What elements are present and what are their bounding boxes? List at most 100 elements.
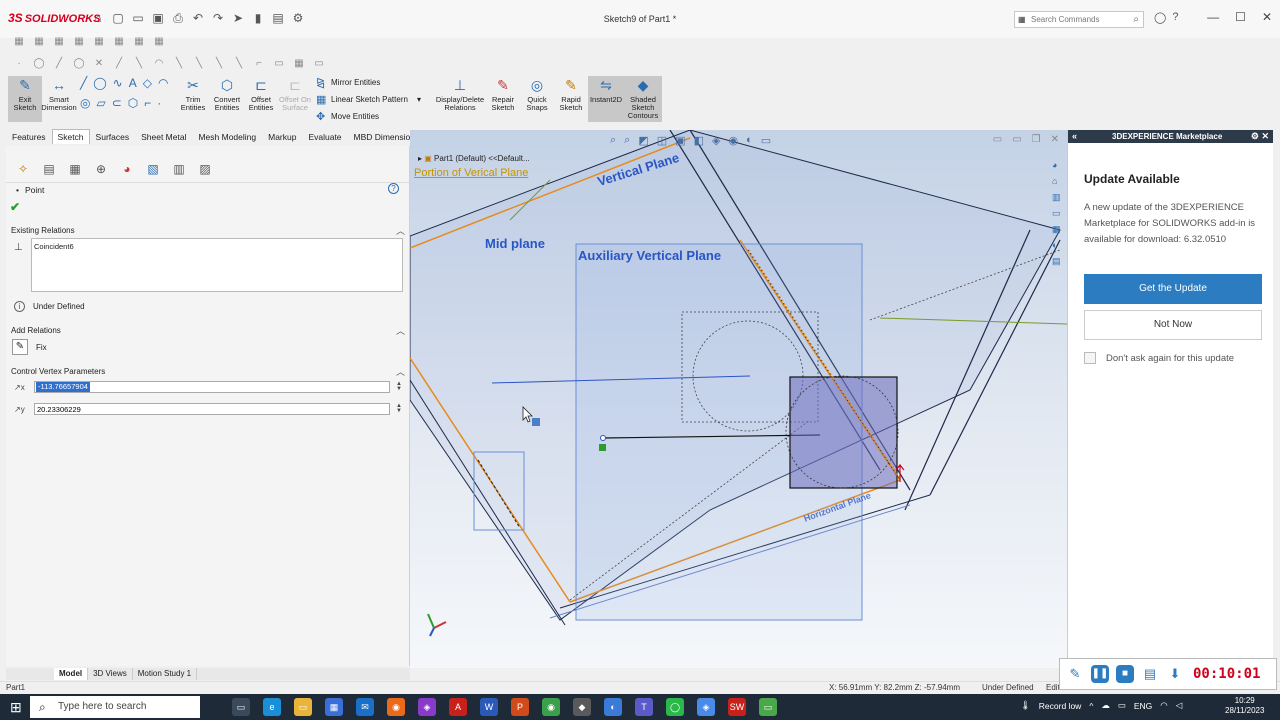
appearance-icon[interactable]: ◉	[728, 134, 738, 147]
store-icon[interactable]: ▦	[325, 698, 343, 716]
firefox-icon[interactable]: ◉	[387, 698, 405, 716]
library-icon[interactable]: ▥	[1052, 192, 1064, 206]
tab-evaluate[interactable]: Evaluate	[302, 129, 347, 144]
rectangle-tool-icon[interactable]: ◇	[143, 76, 152, 90]
tool-icon[interactable]: ▦	[32, 36, 46, 47]
view-palette-icon[interactable]: ▦	[1052, 224, 1064, 238]
polygon-tool-icon[interactable]: ⬡	[128, 96, 138, 110]
word-icon[interactable]: W	[480, 698, 498, 716]
battery-icon[interactable]: ▭	[1118, 700, 1126, 711]
grid-icon[interactable]: ▦	[292, 58, 306, 69]
rebuild-icon[interactable]: ▮	[250, 10, 266, 26]
fix-relation-button[interactable]: ✎ Fix	[12, 339, 47, 355]
mirror-entities-button[interactable]: ⧎ Mirror Entities	[316, 76, 434, 89]
line-tool-icon[interactable]: ╱	[80, 76, 87, 90]
app-icon[interactable]: ◈	[697, 698, 715, 716]
teams-icon[interactable]: T	[635, 698, 653, 716]
feature-manager-icon[interactable]: ✧	[12, 160, 34, 178]
tab-mesh-modeling[interactable]: Mesh Modeling	[192, 129, 262, 144]
convert-entities-button[interactable]: ⬡ Convert Entities	[210, 76, 244, 112]
circle-tool-icon[interactable]: ◯	[93, 76, 106, 90]
home-icon[interactable]: ⌂	[90, 10, 106, 26]
circle-icon[interactable]: ◯	[32, 58, 46, 69]
tool-icon[interactable]: ▭	[272, 58, 286, 69]
add-relations-header[interactable]: Add Relations ︿	[11, 324, 407, 338]
tab-sketch[interactable]: Sketch	[51, 129, 90, 144]
quick-snaps-button[interactable]: ◎ Quick Snaps	[520, 76, 554, 112]
file-properties-icon[interactable]: ▤	[270, 10, 286, 26]
app-icon[interactable]: ◈	[418, 698, 436, 716]
tool-icon[interactable]: ◠	[152, 58, 166, 69]
close-icon[interactable]: ✕	[1262, 10, 1272, 24]
app-icon[interactable]: ▭	[759, 698, 777, 716]
task-view-icon[interactable]: ▭	[232, 698, 250, 716]
rapid-sketch-button[interactable]: ✎ Rapid Sketch	[554, 76, 588, 112]
viewport-split-icon[interactable]: ▭	[993, 134, 1002, 145]
tool-icon[interactable]: ▦	[72, 36, 86, 47]
tab-model[interactable]: Model	[54, 668, 89, 680]
new-document-icon[interactable]: ▢	[110, 10, 126, 26]
control-vertex-header[interactable]: Control Vertex Parameters ︿	[11, 365, 407, 379]
powerpoint-icon[interactable]: P	[511, 698, 529, 716]
ok-check-icon[interactable]: ✔	[10, 200, 20, 214]
pen-icon[interactable]: ✎	[1066, 665, 1084, 683]
fillet-tool-icon[interactable]: ⌐	[144, 96, 151, 110]
tree-item-part[interactable]: Part1 (Default) <<Default...	[434, 154, 530, 163]
slot-tool-icon[interactable]: ⊂	[112, 96, 122, 110]
download-icon[interactable]: ⬇	[1166, 665, 1184, 683]
solidworks-logo[interactable]: 3S SOLIDWORKS	[8, 11, 100, 25]
volume-icon[interactable]: ◁	[1176, 700, 1183, 711]
existing-relations-header[interactable]: Existing Relations ︿	[11, 224, 407, 238]
tab-surfaces[interactable]: Surfaces	[90, 129, 136, 144]
circle-icon[interactable]: ◯	[72, 58, 86, 69]
section-view-icon[interactable]: ◫	[657, 134, 667, 147]
point-tool-icon[interactable]: ·	[157, 96, 161, 110]
tool-icon[interactable]: ▦	[92, 36, 106, 47]
app-icon[interactable]: ◆	[573, 698, 591, 716]
spline-tool-icon[interactable]: ∿	[113, 76, 123, 90]
taskbar-clock[interactable]: 10:29 28/11/2023	[1225, 696, 1264, 716]
tool-icon[interactable]: ▭	[312, 58, 326, 69]
tab-markup[interactable]: Markup	[262, 129, 302, 144]
chevron-down-icon[interactable]: ▾	[417, 95, 421, 104]
not-now-button[interactable]: Not Now	[1084, 310, 1262, 340]
collapse-icon[interactable]: «	[1072, 130, 1077, 143]
tab-3d-views[interactable]: 3D Views	[88, 668, 133, 680]
existing-relations-list[interactable]: Coincident6	[31, 238, 403, 292]
point-icon[interactable]: ·	[12, 58, 26, 69]
checkbox-box[interactable]	[1084, 352, 1096, 364]
tree-item-plane[interactable]: Portion of Verical Plane	[414, 167, 528, 179]
file-explorer-icon[interactable]: ▭	[1052, 208, 1064, 222]
notes-icon[interactable]: ▤	[1141, 665, 1159, 683]
spinner-icon[interactable]: ▲ ▼	[396, 381, 402, 392]
tab-sheet-metal[interactable]: Sheet Metal	[135, 129, 192, 144]
instant2d-button[interactable]: ⇋ Instant2D	[588, 76, 624, 122]
home-icon[interactable]: ⌂	[1052, 176, 1064, 190]
cloud-icon[interactable]: ☁	[1101, 700, 1110, 711]
taskbar-search[interactable]: ⌕ Type here to search	[30, 696, 200, 718]
view-settings-icon[interactable]: ▭	[761, 134, 771, 147]
app-icon[interactable]: ◐	[604, 698, 622, 716]
undo-icon[interactable]: ↶	[190, 10, 206, 26]
dont-ask-checkbox[interactable]: Don't ask again for this update	[1084, 352, 1234, 364]
expand-icon[interactable]: ▸	[418, 154, 422, 163]
tab-features[interactable]: Features	[6, 129, 52, 144]
maximize-icon[interactable]: ☐	[1235, 10, 1246, 24]
solidworks-taskbar-icon[interactable]: SW	[728, 698, 746, 716]
viewport-close-icon[interactable]: ✕	[1051, 134, 1059, 145]
relation-item[interactable]: Coincident6	[34, 242, 400, 251]
dimxpert-icon[interactable]: ⊕	[90, 160, 112, 178]
custom-properties-icon[interactable]: ▤	[1052, 256, 1064, 270]
display-delete-relations-button[interactable]: ⊥ Display/Delete Relations	[434, 76, 486, 112]
tool-icon[interactable]: ▦	[132, 36, 146, 47]
trim-icon[interactable]: ✕	[92, 58, 106, 69]
search-commands[interactable]: ▦ Search Commands ⌕	[1014, 11, 1144, 28]
tool-icon[interactable]: ▦	[112, 36, 126, 47]
offset-on-surface-button[interactable]: ⊏ Offset On Surface	[278, 76, 312, 112]
previous-view-icon[interactable]: ◩	[638, 134, 648, 147]
property-manager-icon[interactable]: ▤	[38, 160, 60, 178]
graphics-area[interactable]: Vertical Plane Mid plane Auxiliary Verti…	[410, 130, 1067, 668]
zoom-area-icon[interactable]: ⌕	[624, 134, 630, 147]
help-icon[interactable]: ?	[388, 183, 399, 194]
search-icon[interactable]: ⌕	[1133, 12, 1139, 27]
